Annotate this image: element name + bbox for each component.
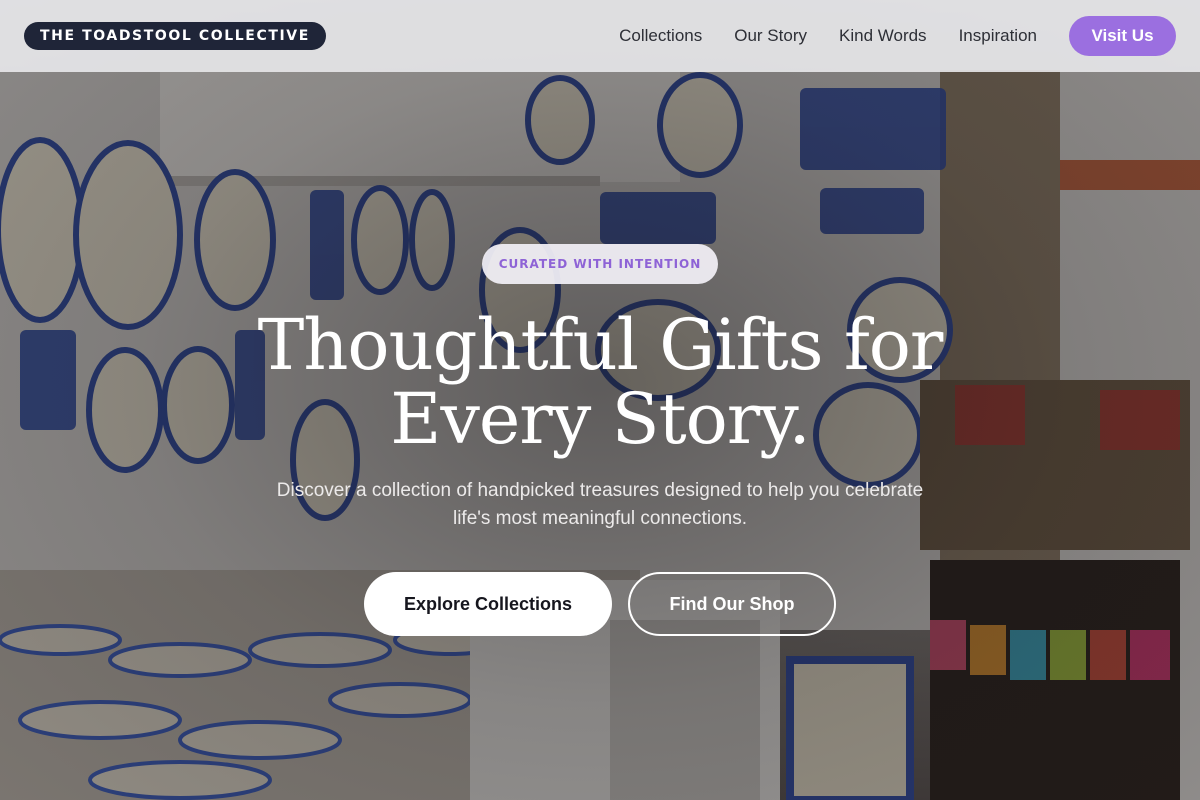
visit-us-button[interactable]: Visit Us [1069, 16, 1176, 56]
hero-headline-line-1: Thoughtful Gifts for [257, 304, 944, 386]
nav-link-our-story[interactable]: Our Story [734, 26, 807, 46]
nav-menu: Collections Our Story Kind Words Inspira… [619, 16, 1176, 56]
brand-logo[interactable]: THE TOADSTOOL COLLECTIVE [24, 22, 326, 50]
hero-subtext: Discover a collection of handpicked trea… [276, 480, 924, 529]
explore-collections-button[interactable]: Explore Collections [364, 572, 612, 636]
eyebrow-badge: CURATED WITH INTENTION [482, 244, 718, 284]
nav-link-kind-words[interactable]: Kind Words [839, 26, 927, 46]
nav-link-collections[interactable]: Collections [619, 26, 702, 46]
hero-headline: Thoughtful Gifts for Every Story. [180, 308, 1020, 456]
nav-link-inspiration[interactable]: Inspiration [959, 26, 1037, 46]
find-our-shop-button[interactable]: Find Our Shop [628, 572, 836, 636]
hero-headline-line-2: Every Story. [390, 378, 811, 460]
navbar: THE TOADSTOOL COLLECTIVE Collections Our… [0, 0, 1200, 72]
